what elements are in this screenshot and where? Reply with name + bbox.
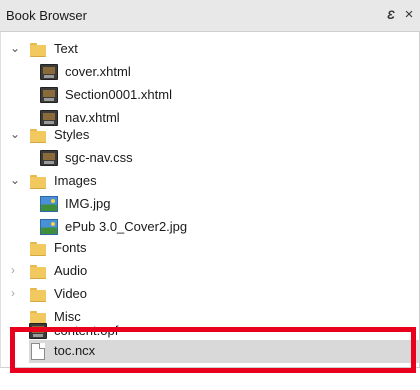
tree-item-label: Styles [54, 127, 90, 142]
book-tree: ⌄ Text cover.xhtml Section0001.xhtml nav… [0, 32, 420, 368]
tree-item-label: nav.xhtml [65, 110, 120, 125]
float-panel-icon[interactable]: Ɛ [383, 6, 399, 24]
tree-item-label: Fonts [54, 240, 87, 255]
css-file-icon [40, 150, 58, 166]
tree-file-epub-cover2-jpg[interactable]: ePub 3.0_Cover2.jpg [1, 216, 420, 239]
tree-folder-video[interactable]: › Video [1, 283, 420, 306]
tree-folder-images[interactable]: ⌄ Images [1, 170, 420, 193]
xhtml-file-icon [40, 64, 58, 80]
close-panel-icon[interactable]: × [401, 6, 417, 24]
tree-item-label: cover.xhtml [65, 64, 131, 79]
folder-icon [30, 175, 46, 189]
tree-item-label: Audio [54, 263, 88, 278]
tree-file-sgc-nav-css[interactable]: sgc-nav.css [1, 147, 420, 170]
tree-item-label: Section0001.xhtml [65, 87, 172, 102]
tree-folder-audio[interactable]: › Audio [1, 260, 420, 283]
tree-item-label: IMG.jpg [65, 196, 111, 211]
xhtml-file-icon [40, 87, 58, 103]
tree-item-label: Text [54, 41, 78, 56]
book-browser-panel: Book Browser Ɛ × ⌄ Text cover.xhtml Sect… [0, 0, 420, 390]
tree-item-label: Video [54, 286, 88, 301]
image-file-icon [40, 196, 58, 212]
chevron-right-icon[interactable]: › [7, 263, 19, 277]
folder-icon [30, 265, 46, 279]
chevron-down-icon[interactable]: ⌄ [9, 41, 21, 55]
chevron-right-icon[interactable]: › [7, 286, 19, 300]
tree-item-label: sgc-nav.css [65, 150, 133, 165]
chevron-down-icon[interactable]: ⌄ [9, 173, 21, 187]
tree-folder-fonts[interactable]: Fonts [1, 237, 420, 260]
image-file-icon [40, 219, 58, 235]
red-highlight-box [10, 327, 416, 373]
panel-title: Book Browser [6, 8, 87, 23]
folder-icon [30, 129, 46, 143]
folder-icon [30, 288, 46, 302]
chevron-down-icon[interactable]: ⌄ [9, 127, 21, 141]
tree-folder-styles[interactable]: ⌄ Styles [1, 124, 420, 147]
tree-file-section0001-xhtml[interactable]: Section0001.xhtml [1, 84, 420, 107]
panel-titlebar[interactable]: Book Browser Ɛ × [0, 0, 420, 32]
tree-item-label: ePub 3.0_Cover2.jpg [65, 219, 188, 234]
folder-icon [30, 43, 46, 57]
tree-item-label: Images [54, 173, 97, 188]
tree-file-img-jpg[interactable]: IMG.jpg [1, 193, 420, 216]
folder-icon [30, 242, 46, 256]
tree-folder-text[interactable]: ⌄ Text [1, 38, 420, 61]
tree-file-cover-xhtml[interactable]: cover.xhtml [1, 61, 420, 84]
